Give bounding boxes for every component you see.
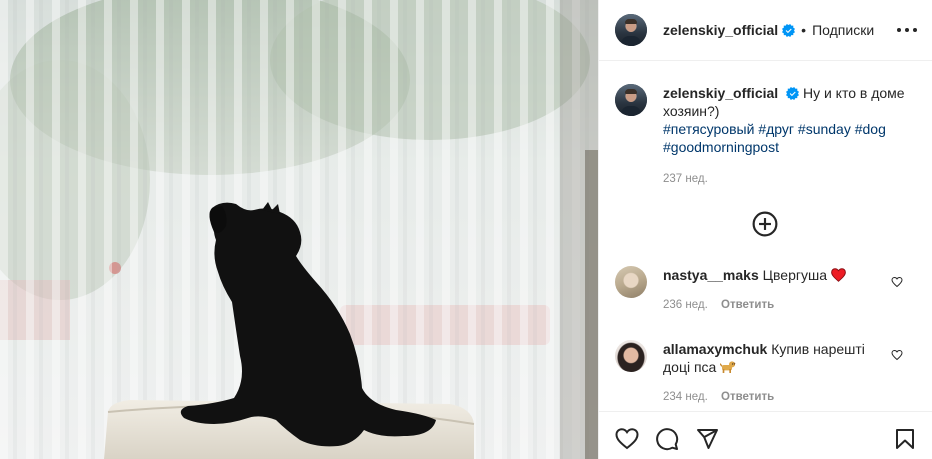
verified-badge-icon [786,87,800,100]
hashtag-link[interactable]: #dog [855,121,886,137]
hashtag-link[interactable]: #друг [758,121,794,137]
plus-circle-icon[interactable] [752,211,778,237]
commenter-avatar[interactable] [615,266,647,298]
caption-username[interactable]: zelenskiy_official [663,85,778,101]
comment-item: allamaxymchuk Купив нарешті доці пса 234… [615,340,917,406]
comment-item: nastya__maks Цвергуша 236 нед. Ответить [615,266,917,314]
dog-by-window-image [0,0,598,459]
send-icon[interactable] [695,427,719,451]
commenter-username[interactable]: nastya__maks [663,267,759,283]
comment-icon[interactable] [655,427,679,451]
header-separator: • [801,22,807,38]
commenter-avatar[interactable] [615,340,647,372]
comment-timestamp[interactable]: 234 нед. [663,391,708,403]
heart-icon[interactable] [891,276,903,288]
comment-timestamp[interactable]: 236 нед. [663,299,708,311]
post-action-bar [599,411,932,459]
caption-timestamp[interactable]: 237 нед. [663,170,917,188]
heart-icon[interactable] [891,349,903,361]
reply-button[interactable]: Ответить [721,299,774,311]
following-button[interactable]: Подписки [812,22,874,38]
hashtag-link[interactable]: #петясуровый [663,121,754,137]
author-username[interactable]: zelenskiy_official [663,22,778,38]
instagram-post-view: zelenskiy_official • Подписки zelenskiy_… [0,0,932,459]
dog-emoji-icon [719,361,736,373]
hashtag-link[interactable]: #sunday [798,121,851,137]
red-heart-emoji-icon [831,268,846,282]
caption-hashtags: #петясуровый #друг #sunday #dog #goodmor… [663,120,917,156]
author-avatar[interactable] [615,14,647,46]
post-header: zelenskiy_official • Подписки [599,0,932,61]
bookmark-icon[interactable] [893,427,917,451]
commenter-username[interactable]: allamaxymchuk [663,341,767,357]
verified-badge-icon [782,23,796,37]
heart-icon[interactable] [615,427,639,451]
more-options-icon[interactable] [897,22,917,38]
comment-text: Цвергуша [762,267,827,283]
post-side-panel: zelenskiy_official • Подписки zelenskiy_… [598,0,932,459]
post-caption: zelenskiy_official Ну и кто в доме хозяи… [615,84,917,188]
post-photo[interactable] [0,0,598,459]
caption-author-avatar[interactable] [615,84,647,116]
hashtag-link[interactable]: #goodmorningpost [663,139,779,155]
reply-button[interactable]: Ответить [721,391,774,403]
